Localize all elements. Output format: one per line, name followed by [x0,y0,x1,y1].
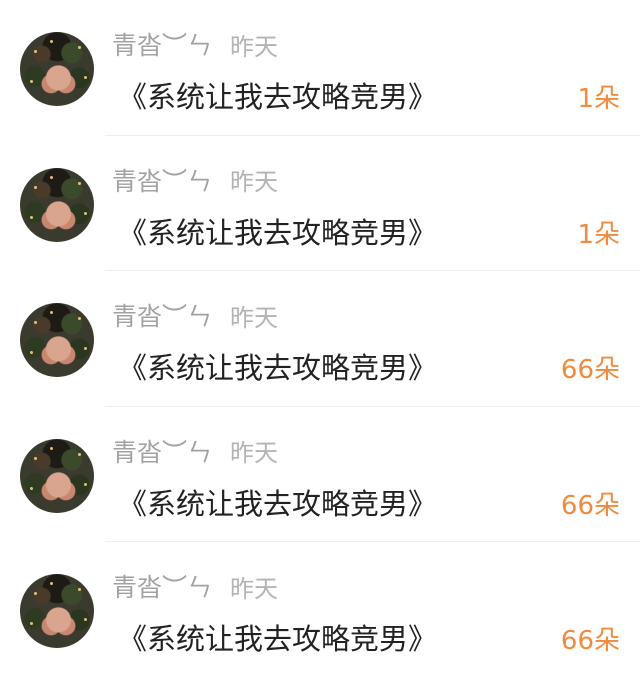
avatar[interactable] [20,438,94,513]
item-meta: 青沓︶ㄣ 昨天 [112,568,278,604]
list-item[interactable]: 青沓︶ㄣ 昨天 《系统让我去攻略竞男》 66朵 [0,271,640,407]
list-item[interactable]: 青沓︶ㄣ 昨天 《系统让我去攻略竞男》 1朵 [0,136,640,272]
username[interactable]: 青沓︶ㄣ [112,26,212,62]
list-item[interactable]: 青沓︶ㄣ 昨天 《系统让我去攻略竞男》 66朵 [0,407,640,543]
flower-count: 1朵 [577,84,620,114]
username[interactable]: 青沓︶ㄣ [112,162,212,198]
book-title[interactable]: 《系统让我去攻略竞男》 [118,345,437,387]
avatar[interactable] [20,303,94,377]
book-title[interactable]: 《系统让我去攻略竞男》 [118,210,437,252]
item-meta: 青沓︶ㄣ 昨天 [112,433,278,469]
timestamp: 昨天 [230,574,279,603]
flower-count: 66朵 [560,355,620,385]
username[interactable]: 青沓︶ㄣ [112,568,212,604]
gift-record-list: 青沓︶ㄣ 昨天 《系统让我去攻略竞男》 1朵 青沓︶ㄣ 昨天 《系统让我去攻略竞… [0,0,640,680]
username[interactable]: 青沓︶ㄣ [112,297,212,333]
item-meta: 青沓︶ㄣ 昨天 [112,297,278,333]
item-meta: 青沓︶ㄣ 昨天 [112,162,278,198]
book-title[interactable]: 《系统让我去攻略竞男》 [118,481,437,523]
timestamp: 昨天 [230,32,279,61]
avatar[interactable] [20,32,94,106]
book-title[interactable]: 《系统让我去攻略竞男》 [118,616,437,658]
timestamp: 昨天 [230,439,279,467]
avatar[interactable] [20,167,94,242]
flower-count: 1朵 [577,219,620,250]
flower-count: 66朵 [560,490,620,521]
item-meta: 青沓︶ㄣ 昨天 [112,26,278,62]
list-item[interactable]: 青沓︶ㄣ 昨天 《系统让我去攻略竞男》 1朵 [0,0,640,136]
flower-count: 66朵 [560,626,620,656]
avatar[interactable] [20,574,94,648]
list-item[interactable]: 青沓︶ㄣ 昨天 《系统让我去攻略竞男》 66朵 [0,542,640,678]
username[interactable]: 青沓︶ㄣ [112,433,212,469]
book-title[interactable]: 《系统让我去攻略竞男》 [118,74,437,116]
timestamp: 昨天 [230,303,279,332]
timestamp: 昨天 [230,168,279,196]
